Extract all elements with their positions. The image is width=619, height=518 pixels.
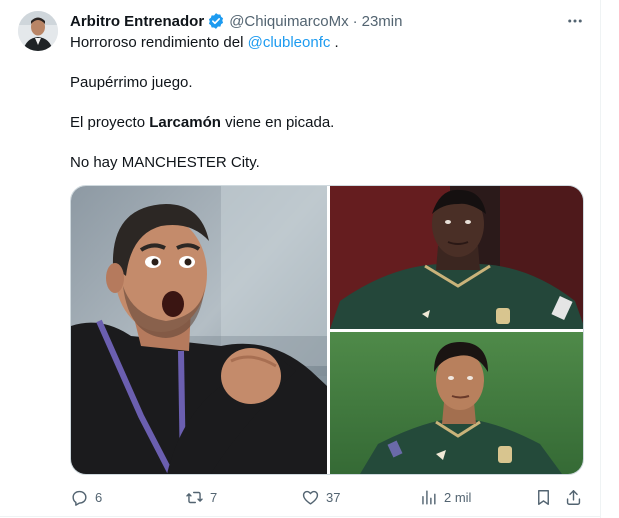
reply-count: 6 xyxy=(95,489,103,505)
user-handle[interactable]: @ChiquimarcoMx xyxy=(229,13,348,30)
text-segment: viene en picada. xyxy=(220,114,335,131)
text-segment: El proyecto xyxy=(70,114,150,131)
share-button[interactable] xyxy=(564,486,583,508)
share-icon xyxy=(566,489,581,505)
like-count: 37 xyxy=(326,489,341,505)
repost-count: 7 xyxy=(210,489,218,505)
tweet-divider xyxy=(0,516,600,517)
reply-button[interactable]: 6 xyxy=(70,486,102,508)
bookmark-button[interactable] xyxy=(534,486,553,508)
tweet-timestamp[interactable]: 23min xyxy=(362,13,403,30)
mention-link[interactable]: @clubleonfc xyxy=(248,34,331,51)
timeline-divider xyxy=(600,0,601,518)
more-icon[interactable] xyxy=(563,10,587,32)
tweet-header: Arbitro Entrenador @ChiquimarcoMx · 23mi… xyxy=(70,10,402,32)
tweet-text-line-4: No hay MANCHESTER City. xyxy=(70,154,260,171)
tweet-actions: 6 7 37 2 mil xyxy=(70,486,590,508)
views-icon xyxy=(422,489,436,505)
views-count: 2 mil xyxy=(444,489,472,505)
verified-badge-icon xyxy=(207,12,225,30)
views-button[interactable]: 2 mil xyxy=(419,486,471,508)
reply-icon xyxy=(72,490,87,506)
media-image-player-2[interactable] xyxy=(330,332,583,474)
like-button[interactable]: 37 xyxy=(301,486,340,508)
media-image-player-1[interactable] xyxy=(330,186,583,329)
bookmark-icon xyxy=(538,489,549,505)
bold-text: Larcamón xyxy=(149,114,221,131)
media-image-coach[interactable] xyxy=(71,186,327,474)
tweet-text-line-2: Paupérrimo juego. xyxy=(70,74,193,91)
avatar[interactable] xyxy=(18,11,58,51)
text-segment: Horroroso rendimiento del xyxy=(70,34,248,51)
repost-button[interactable]: 7 xyxy=(185,486,217,508)
tweet-card[interactable]: Arbitro Entrenador @ChiquimarcoMx · 23mi… xyxy=(0,0,619,518)
like-icon xyxy=(302,490,319,505)
tweet-text-line-3: El proyecto Larcamón viene en picada. xyxy=(70,113,334,133)
tweet-text-line-1: Horroroso rendimiento del @clubleonfc . xyxy=(70,33,339,53)
media-grid xyxy=(70,185,584,475)
repost-icon xyxy=(186,491,203,503)
text-segment: . xyxy=(330,34,339,51)
display-name[interactable]: Arbitro Entrenador xyxy=(70,13,204,30)
header-separator: · xyxy=(352,12,358,30)
